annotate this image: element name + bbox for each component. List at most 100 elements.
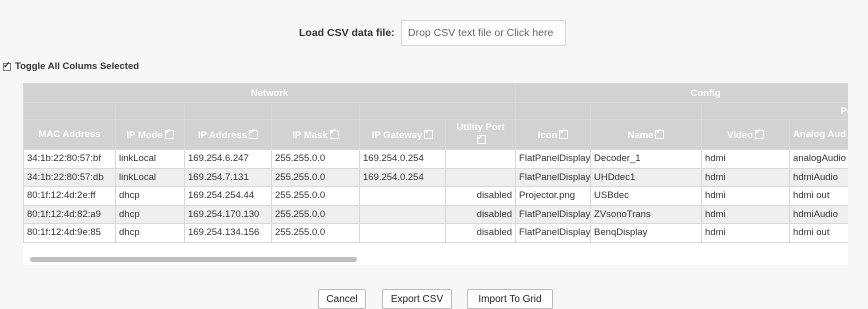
cell-analog-audio[interactable]: hdmiAudio [789,204,848,224]
cell-analog-audio[interactable]: hdmi out [789,186,848,206]
cell-name[interactable]: USBdec [590,186,703,206]
cell-ip-gateway[interactable]: 169.254.0.254 [359,167,446,187]
toggle-all-checkbox[interactable] [3,60,11,71]
column-header-ip-mode[interactable]: IP Mode [115,119,185,150]
subgroup-empty [515,102,592,120]
cell-icon[interactable]: FlatPanelDisplay [515,167,592,187]
group-header-network: Network [23,83,517,103]
cell-ip-mask[interactable]: 255.255.0.0 [271,204,360,224]
column-toggle-checkbox[interactable] [249,127,259,139]
column-toggle-checkbox[interactable] [655,127,665,139]
toggle-all-row[interactable]: Toggle All Colums Selected [3,60,140,72]
column-label: IP Mode [126,129,163,141]
load-csv-label: Load CSV data file: [299,27,395,39]
cell-utility-port[interactable] [444,167,517,187]
column-header-analog-audio[interactable]: Analog Aud [789,119,848,150]
cell-mac[interactable]: 80:1f:12:4d:82:a9 [23,204,116,224]
column-label: Video [727,129,753,141]
cell-ip-address[interactable]: 169.254.7.131 [184,167,272,187]
table-row: 80:1f:12:4d:2e:ff dhcp 169.254.254.44 25… [23,186,848,206]
column-toggle-checkbox[interactable] [477,132,487,144]
cell-video[interactable]: hdmi [701,223,791,243]
horizontal-scrollbar[interactable] [30,257,357,262]
table-row: 34:1b:22:80:57:db linkLocal 169.254.7.13… [23,167,848,187]
table-row: 34:1b:22:80:57:bf linkLocal 169.254.6.24… [23,149,848,169]
cell-video[interactable]: hdmi [701,186,791,206]
cell-ip-address[interactable]: 169.254.170.130 [184,204,272,224]
cell-video[interactable]: hdmi [701,149,791,169]
column-toggle-checkbox[interactable] [329,127,339,139]
csv-dropzone[interactable]: Drop CSV text file or Click here [401,20,566,46]
cell-ip-address[interactable]: 169.254.134.156 [184,223,272,243]
cell-ip-mask[interactable]: 255.255.0.0 [271,149,360,169]
cell-utility-port[interactable] [444,149,517,169]
column-header-name[interactable]: Name [590,119,703,150]
cell-ip-mask[interactable]: 255.255.0.0 [271,223,360,243]
cell-ip-mask[interactable]: 255.255.0.0 [271,167,360,187]
cell-mac[interactable]: 34:1b:22:80:57:bf [23,149,116,169]
column-header-ip-gateway[interactable]: IP Gateway [359,119,446,150]
cell-mac[interactable]: 34:1b:22:80:57:db [23,167,116,187]
export-csv-button[interactable]: Export CSV [382,289,452,309]
column-header-ip-address[interactable]: IP Address [184,119,272,150]
column-toggle-checkbox[interactable] [754,127,764,139]
column-header-video[interactable]: Video [701,119,791,150]
cell-icon[interactable]: FlatPanelDisplay [515,223,592,243]
cell-icon[interactable]: FlatPanelDisplay [515,149,592,169]
cell-name[interactable]: ZVsonoTrans [590,204,703,224]
cell-ip-address[interactable]: 169.254.254.44 [184,186,272,206]
column-label: IP Gateway [371,129,423,141]
cell-name[interactable]: UHDdec1 [590,167,703,187]
cell-name[interactable]: Decoder_1 [590,149,703,169]
cell-utility-port[interactable]: disabled [444,186,517,206]
cell-ip-mask[interactable]: 255.255.0.0 [271,186,360,206]
cell-ip-mode[interactable]: dhcp [115,223,185,243]
cell-ip-gateway[interactable] [359,223,446,243]
subgroup-empty [590,102,703,120]
cell-ip-mode[interactable]: linkLocal [115,149,185,169]
subgroup-empty [271,102,360,120]
column-header-mac[interactable]: MAC Address [23,119,116,150]
column-label: Name [627,129,654,141]
cell-utility-port[interactable]: disabled [444,223,517,243]
cell-analog-audio[interactable]: hdmi out [789,223,848,243]
load-csv-row: Load CSV data file: Drop CSV text file o… [0,20,868,46]
cell-icon[interactable]: FlatPanelDisplay [515,204,592,224]
column-toggle-checkbox[interactable] [164,127,174,139]
column-header-ip-mask[interactable]: IP Mask [271,119,360,150]
subgroup-empty [115,102,185,120]
cell-ip-address[interactable]: 169.254.6.247 [184,149,272,169]
cell-ip-mode[interactable]: dhcp [115,186,185,206]
cell-name[interactable]: BenqDisplay [590,223,703,243]
cell-mac[interactable]: 80:1f:12:4d:2e:ff [23,186,116,206]
cell-ip-gateway[interactable]: 169.254.0.254 [359,149,446,169]
cell-ip-mode[interactable]: linkLocal [115,167,185,187]
table-row: 80:1f:12:4d:82:a9 dhcp 169.254.170.130 2… [23,204,848,224]
cell-icon[interactable]: Projector.png [515,186,592,206]
cell-mac[interactable]: 80:1f:12:4d:9e:85 [23,223,116,243]
cell-utility-port[interactable]: disabled [444,204,517,224]
subgroup-port-mode: Port Mode [701,102,848,120]
subgroup-empty [23,102,116,120]
cell-analog-audio[interactable]: analogAudio [789,149,848,169]
column-toggle-checkbox[interactable] [424,127,434,139]
column-label: MAC Address [38,129,101,140]
column-header-icon[interactable]: Icon [515,119,592,150]
column-header-utility-port[interactable]: Utility Port [444,119,517,150]
toggle-all-label: Toggle All Colums Selected [15,61,140,72]
cell-video[interactable]: hdmi [701,167,791,187]
cell-ip-gateway[interactable] [359,186,446,206]
column-label: IP Address [197,129,248,141]
subgroup-empty [184,102,272,120]
column-label: IP Mask [292,129,328,141]
column-label: Analog Aud [793,129,846,140]
cancel-button[interactable]: Cancel [318,289,366,309]
import-to-grid-button[interactable]: Import To Grid [467,289,553,309]
cell-analog-audio[interactable]: hdmiAudio [789,167,848,187]
group-header-config: Config [515,83,848,103]
column-toggle-checkbox[interactable] [559,127,569,139]
cell-video[interactable]: hdmi [701,204,791,224]
cell-ip-mode[interactable]: dhcp [115,204,185,224]
cell-ip-gateway[interactable] [359,204,446,224]
column-label: Icon [537,129,558,141]
